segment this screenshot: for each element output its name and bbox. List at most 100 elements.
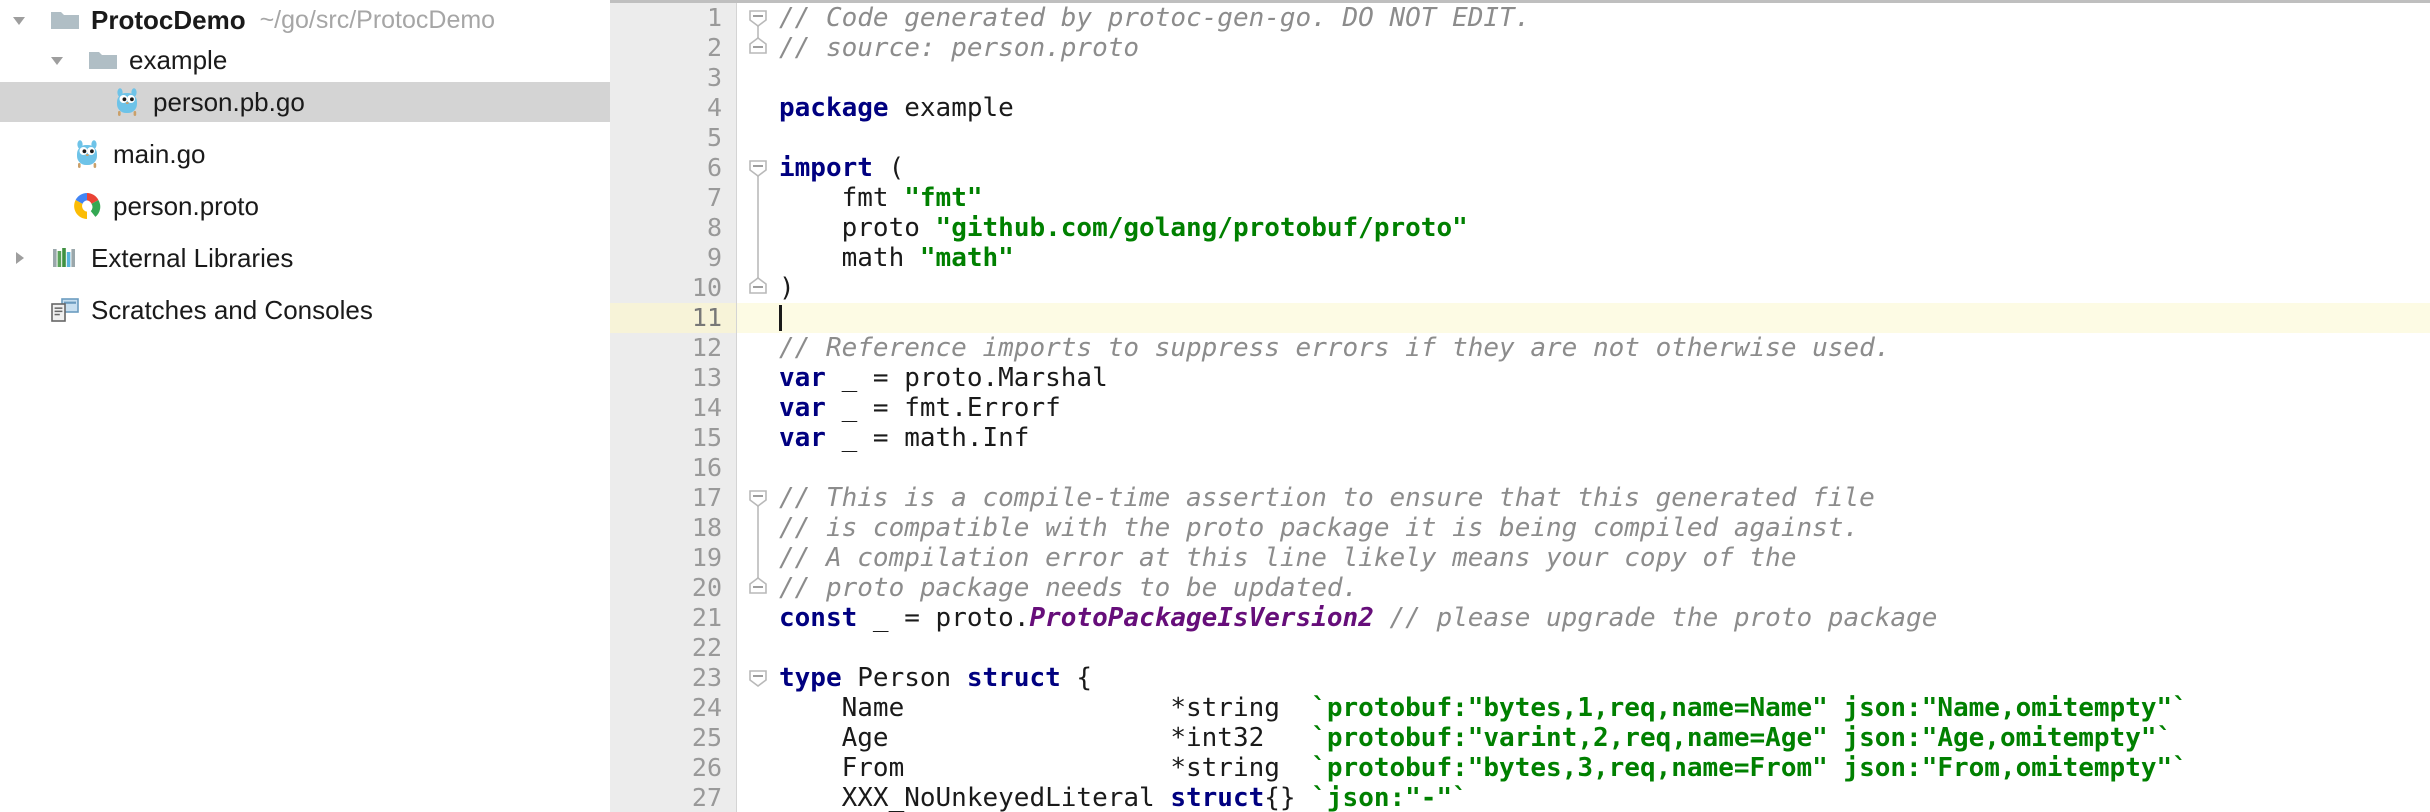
sidebar-item-label: main.go — [113, 138, 206, 169]
line-number: 10 — [691, 273, 722, 302]
code-editor[interactable]: 1 2 3 4 5 6 7 8 9 10 11 12 13 14 15 16 17 18 19 20 21 22 23 24 2… — [610, 0, 2430, 812]
text-caret — [779, 305, 782, 331]
line-number: 13 — [691, 363, 722, 392]
fold-collapse-start-icon[interactable] — [747, 156, 769, 178]
fold-collapse-start-icon[interactable] — [747, 666, 769, 688]
code-line[interactable]: const _ = proto.ProtoPackageIsVersion2 /… — [779, 603, 1937, 633]
fold-collapse-end-icon[interactable] — [747, 276, 769, 298]
line-number: 24 — [691, 693, 722, 722]
line-number: 14 — [691, 393, 722, 422]
code-token: import — [779, 153, 873, 183]
sidebar-item-label: Scratches and Consoles — [91, 294, 373, 325]
code-token: Person — [841, 663, 967, 693]
code-token: const — [779, 603, 858, 633]
sidebar-item-path: ~/go/src/ProtocDemo — [259, 5, 496, 34]
line-number: 25 — [691, 723, 722, 752]
code-token: _ = proto. — [857, 603, 1030, 633]
code-line[interactable]: // Reference imports to suppress errors … — [779, 333, 1890, 363]
line-number: 4 — [706, 93, 722, 122]
line-number: 3 — [706, 63, 722, 92]
current-line-fold-highlight — [737, 303, 779, 333]
code-line[interactable]: type Person struct { — [779, 663, 1092, 693]
code-token: var — [779, 423, 826, 453]
code-line[interactable]: fmt "fmt" — [779, 183, 983, 213]
code-line[interactable]: From *string `protobuf:"bytes,3,req,name… — [779, 753, 2188, 783]
code-token: var — [779, 363, 826, 393]
editor-gutter[interactable]: 1 2 3 4 5 6 7 8 9 10 11 12 13 14 15 16 17 18 19 20 21 22 23 24 2… — [610, 3, 737, 812]
code-token: // A compilation error at this line like… — [779, 543, 1797, 573]
code-token: _ = proto.Marshal — [825, 363, 1108, 393]
line-number: 17 — [691, 483, 722, 512]
ide-window: ProtocDemo ~/go/src/ProtocDemo example p… — [0, 0, 2430, 812]
fold-collapse-start-icon[interactable] — [747, 6, 769, 28]
folder-icon — [86, 40, 120, 80]
libraries-icon — [48, 238, 82, 278]
sidebar-item-scratches-and-consoles[interactable]: Scratches and Consoles — [0, 290, 610, 330]
code-token: _ = math.Inf — [825, 423, 1030, 453]
line-number: 1 — [706, 3, 722, 32]
editor-fold-strip[interactable] — [737, 3, 779, 812]
code-token: example — [888, 93, 1014, 123]
project-tool-window[interactable]: ProtocDemo ~/go/src/ProtocDemo example p… — [0, 0, 610, 812]
code-token: math — [779, 243, 920, 273]
code-line[interactable]: // is compatible with the proto package … — [779, 513, 1859, 543]
line-number: 26 — [691, 753, 722, 782]
code-line[interactable]: // This is a compile-time assertion to e… — [779, 483, 1875, 513]
code-line[interactable]: XXX_NoUnkeyedLiteral struct{} `json:"-"` — [779, 783, 1468, 812]
sidebar-item-person-pb-go[interactable]: person.pb.go — [0, 82, 610, 122]
line-number: 15 — [691, 423, 722, 452]
fold-collapse-start-icon[interactable] — [747, 486, 769, 508]
code-token: ( — [872, 153, 905, 183]
code-token: XXX_NoUnkeyedLiteral — [779, 783, 1171, 812]
sidebar-item-protocdemo[interactable]: ProtocDemo ~/go/src/ProtocDemo — [0, 0, 610, 40]
code-token: _ = fmt.Errorf — [825, 393, 1061, 423]
sidebar-item-label: example — [129, 44, 228, 75]
go-gopher-icon — [110, 82, 144, 122]
line-number: 12 — [691, 333, 722, 362]
sidebar-item-main-go[interactable]: main.go — [0, 134, 610, 174]
code-line[interactable]: import ( — [779, 153, 904, 183]
line-number: 8 — [706, 213, 722, 242]
line-number: 2 — [706, 33, 722, 62]
fold-collapse-end-icon[interactable] — [747, 36, 769, 58]
code-line[interactable]: Name *string `protobuf:"bytes,1,req,name… — [779, 693, 2188, 723]
code-line[interactable]: var _ = fmt.Errorf — [779, 393, 1061, 423]
sidebar-item-person-proto[interactable]: person.proto — [0, 186, 610, 226]
code-line[interactable]: var _ = math.Inf — [779, 423, 1029, 453]
code-token: Age *int32 — [779, 723, 1312, 753]
line-number: 19 — [691, 543, 722, 572]
code-token: fmt — [779, 183, 905, 213]
code-line[interactable]: // Code generated by protoc-gen-go. DO N… — [779, 3, 1530, 33]
code-line[interactable]: package example — [779, 93, 1014, 123]
code-line[interactable]: Age *int32 `protobuf:"varint,2,req,name=… — [779, 723, 2173, 753]
current-line-highlight — [779, 303, 2430, 333]
chevron-down-icon[interactable] — [6, 0, 32, 40]
line-number: 20 — [691, 573, 722, 602]
editor-code-area[interactable]: // Code generated by protoc-gen-go. DO N… — [779, 3, 2430, 812]
code-token: // source: person.proto — [779, 33, 1140, 63]
code-token: "math" — [919, 243, 1014, 273]
code-token: struct — [1170, 783, 1265, 812]
code-token: ProtoPackageIsVersion2 — [1029, 603, 1374, 633]
code-token: ) — [779, 273, 795, 303]
chevron-right-icon[interactable] — [6, 238, 32, 278]
code-line[interactable]: // A compilation error at this line like… — [779, 543, 1796, 573]
code-token: proto — [779, 213, 936, 243]
code-token: // is compatible with the proto package … — [779, 513, 1860, 543]
code-line[interactable]: var _ = proto.Marshal — [779, 363, 1108, 393]
sidebar-item-label: person.proto — [113, 190, 259, 221]
code-token: // Reference imports to suppress errors … — [779, 333, 1891, 363]
code-line[interactable]: proto "github.com/golang/protobuf/proto" — [779, 213, 1468, 243]
chevron-down-icon[interactable] — [44, 40, 70, 80]
sidebar-item-example[interactable]: example — [0, 40, 610, 80]
code-token: // This is a compile-time assertion to e… — [779, 483, 1875, 513]
code-line[interactable]: ) — [779, 273, 795, 303]
fold-collapse-end-icon[interactable] — [747, 576, 769, 598]
code-line[interactable]: // source: person.proto — [779, 33, 1139, 63]
sidebar-item-external-libraries[interactable]: External Libraries — [0, 238, 610, 278]
code-line[interactable]: math "math" — [779, 243, 1014, 273]
scratches-icon — [48, 290, 82, 330]
line-number: 16 — [691, 453, 722, 482]
code-line[interactable]: // proto package needs to be updated. — [779, 573, 1358, 603]
